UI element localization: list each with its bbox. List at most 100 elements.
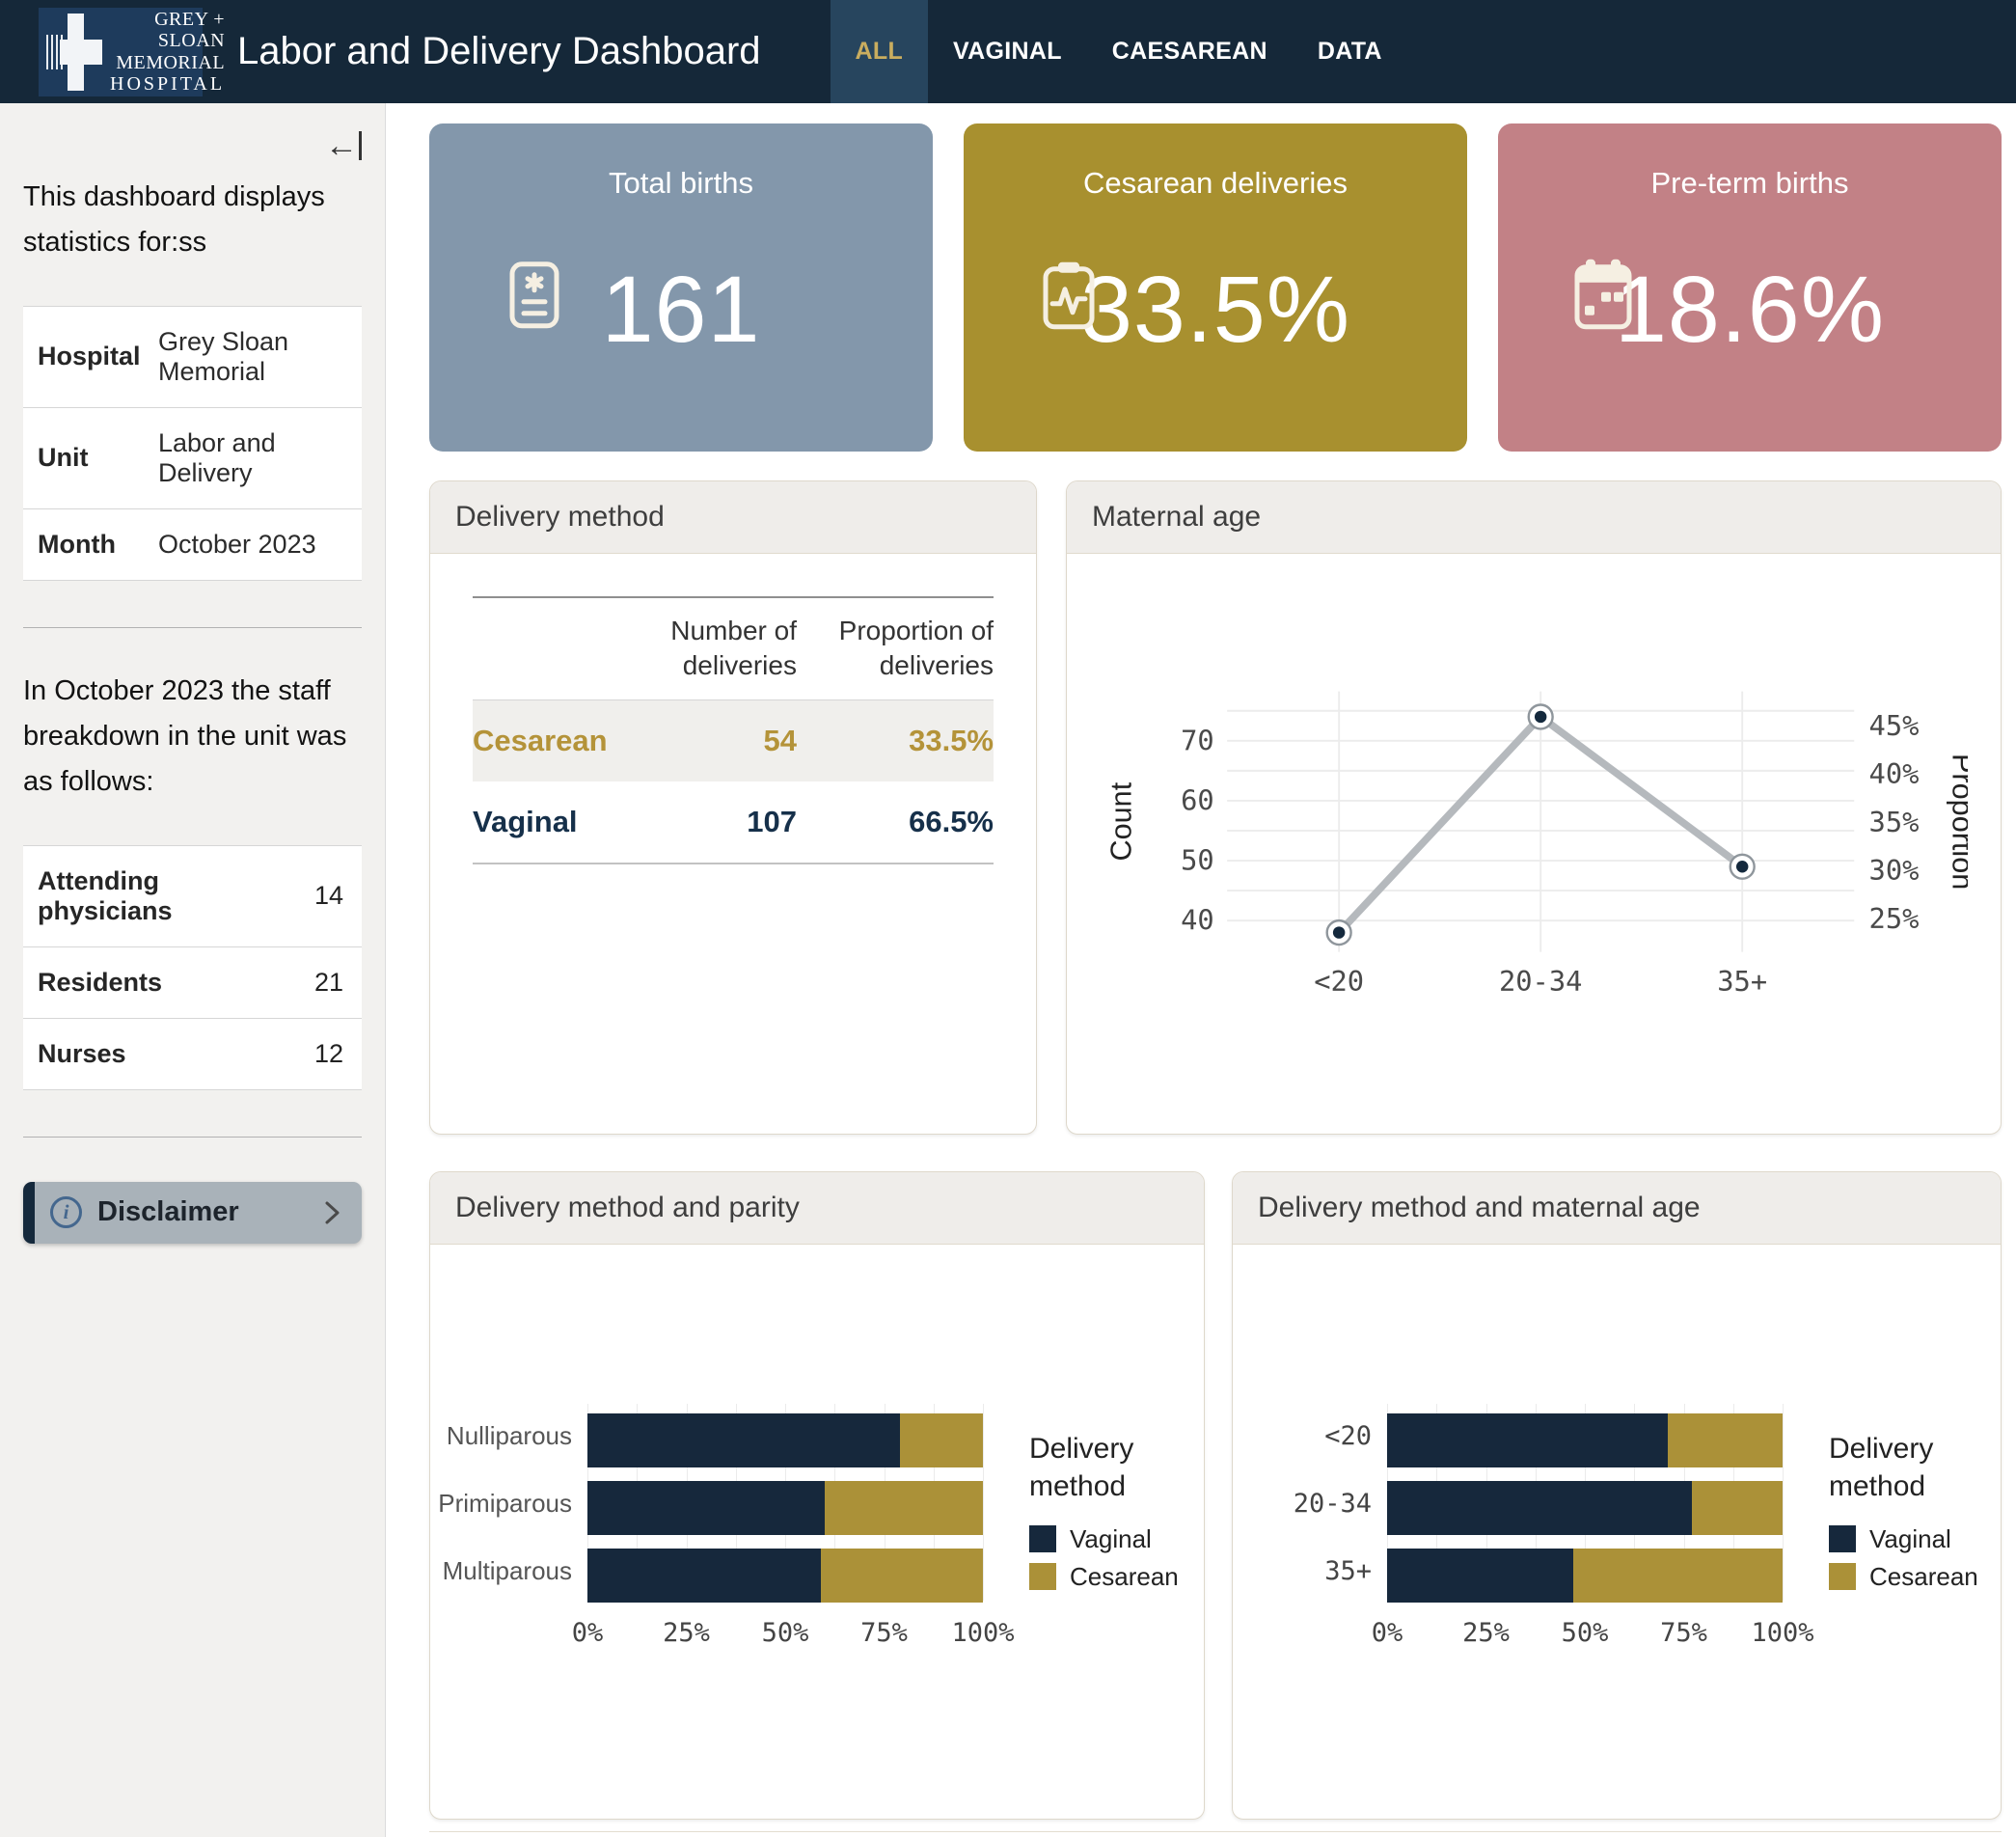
data-point: [1333, 926, 1345, 938]
bar-segment-vaginal: [1387, 1549, 1573, 1603]
bar-segment-vaginal: [587, 1549, 821, 1603]
bar-segment-cesarean: [1573, 1549, 1783, 1603]
delivery-method-table: Number of deliveries Proportion of deliv…: [473, 596, 994, 864]
column-header: Proportion of deliveries: [797, 597, 994, 699]
value-box-cesarean-deliveries: Cesarean deliveries 33.5%: [964, 123, 1467, 452]
x-axis-tick: 75%: [1660, 1618, 1707, 1648]
table-row: Hospital Grey Sloan Memorial: [23, 307, 362, 408]
nav-tab-data[interactable]: DATA: [1293, 0, 1407, 103]
nav-tab-vaginal[interactable]: VAGINAL: [928, 0, 1087, 103]
delivery-method-card: Delivery method Number of deliveries Pro…: [429, 480, 1037, 1135]
sidebar: ← This dashboard displays statistics for…: [0, 103, 386, 1837]
gridline: [1783, 1404, 1784, 1601]
table-row: Unit Labor and Delivery: [23, 408, 362, 509]
bar-segment-cesarean: [1668, 1413, 1783, 1467]
y-axis-tick: 40: [1181, 904, 1214, 937]
bar-segment-cesarean: [821, 1549, 983, 1603]
delivery-method-parity-card: Delivery method and parity Nulliparous Pr…: [429, 1171, 1205, 1820]
hospital-cross-icon: [46, 14, 102, 91]
x-axis-tick: <20: [1314, 965, 1364, 998]
legend-swatch: [1829, 1563, 1856, 1590]
table-row: Residents 21: [23, 947, 362, 1019]
x-axis-tick: 20-34: [1499, 965, 1582, 998]
stacked-bar: [1387, 1549, 1783, 1603]
legend-label: Cesarean: [1070, 1562, 1179, 1592]
column-header: Number of deliveries: [622, 597, 797, 699]
stacked-bar: [587, 1549, 983, 1603]
legend-title: Delivery method: [1029, 1430, 1199, 1505]
x-axis-tick: 75%: [860, 1618, 908, 1648]
value-box-value: 161: [602, 256, 761, 364]
bar-category-label: <20: [1235, 1410, 1387, 1464]
legend-label: Vaginal: [1070, 1524, 1152, 1554]
bottom-divider: [429, 1831, 2002, 1832]
x-axis-tick: 25%: [663, 1618, 710, 1648]
data-point: [1535, 711, 1546, 723]
legend-item: Vaginal: [1029, 1524, 1199, 1554]
legend-label: Vaginal: [1869, 1524, 1951, 1554]
table-row: Cesarean 54 33.5%: [473, 699, 994, 781]
chart-legend: Delivery method Vaginal Cesarean: [1829, 1430, 1999, 1592]
y2-axis-tick: 40%: [1869, 757, 1920, 790]
value-box-row: Total births 161 Cesarean deliveries: [429, 123, 2002, 452]
app-header: GREY + SLOAN MEMORIAL HOSPITAL Labor and…: [0, 0, 2016, 103]
stacked-bar-chart: Nulliparous Primiparous Multiparous 0% 25% 5…: [435, 1410, 1199, 1655]
disclaimer-accordion-button[interactable]: i Disclaimer: [23, 1182, 362, 1244]
table-row: Vaginal 107 66.5%: [473, 781, 994, 864]
staff-table: Attending physicians 14 Residents 21 Nur…: [23, 845, 362, 1090]
x-axis-tick: 0%: [572, 1618, 604, 1648]
legend-swatch: [1029, 1525, 1056, 1552]
card-title: Delivery method: [430, 481, 1036, 554]
card-title: Delivery method and maternal age: [1233, 1172, 2001, 1245]
x-axis-tick: 0%: [1372, 1618, 1403, 1648]
bar-segment-vaginal: [587, 1413, 900, 1467]
legend-item: Cesarean: [1029, 1562, 1199, 1592]
sidebar-collapse-icon[interactable]: ←: [325, 129, 362, 162]
clipboard-pulse-icon: [1031, 258, 1106, 333]
stacked-bar: [1387, 1481, 1783, 1535]
nav-tab-caesarean[interactable]: CAESAREAN: [1087, 0, 1293, 103]
line-chart-svg: 4050607025%30%35%40%45%<2020-3435+CountP…: [1100, 684, 1968, 1003]
sidebar-intro-text: This dashboard displays statistics for:s…: [23, 175, 362, 265]
x-axis-tick: 100%: [951, 1618, 1014, 1648]
medical-report-icon: [497, 258, 572, 333]
legend-item: Vaginal: [1829, 1524, 1999, 1554]
staff-intro-text: In October 2023 the staff breakdown in t…: [23, 669, 362, 805]
bar-category-label: Multiparous: [435, 1545, 587, 1599]
legend-label: Cesarean: [1869, 1562, 1978, 1592]
table-row: Nurses 12: [23, 1019, 362, 1090]
chevron-right-icon: [323, 1197, 342, 1228]
bar-segment-cesarean: [900, 1413, 983, 1467]
value-box-preterm-births: Pre-term births 18.6%: [1498, 123, 2002, 452]
bar-category-label: Nulliparous: [435, 1410, 587, 1464]
legend-swatch: [1829, 1525, 1856, 1552]
x-axis-tick: 100%: [1751, 1618, 1813, 1648]
stacked-bar: [587, 1413, 983, 1467]
value-box-value: 18.6%: [1615, 256, 1885, 364]
legend-swatch: [1029, 1563, 1056, 1590]
legend-title: Delivery method: [1829, 1430, 1999, 1505]
x-axis-tick: 50%: [762, 1618, 809, 1648]
bar-category-label: Primiparous: [435, 1477, 587, 1531]
bar-category-label: 35+: [1235, 1545, 1387, 1599]
main-nav: ALL VAGINAL CAESAREAN DATA: [831, 0, 1407, 103]
x-axis-tick: 35+: [1717, 965, 1767, 998]
delivery-method-maternal-age-card: Delivery method and maternal age <20 20-3…: [1232, 1171, 2002, 1820]
x-axis-tick: 25%: [1462, 1618, 1510, 1648]
bar-category-label: 20-34: [1235, 1477, 1387, 1531]
stacked-bar-chart: <2020-3435+ 0%25%50%75%100% Delivery met…: [1235, 1410, 1999, 1655]
y-axis-tick: 50: [1181, 843, 1214, 876]
y2-axis-label: Proportion: [1947, 754, 1968, 890]
table-row: Attending physicians 14: [23, 846, 362, 947]
bar-segment-vaginal: [1387, 1413, 1668, 1467]
maternal-age-card: Maternal age 4050607025%30%35%40%45%<202…: [1066, 480, 2002, 1135]
hospital-logo-text: GREY + SLOAN MEMORIAL HOSPITAL: [110, 9, 225, 96]
maternal-age-line-chart: 4050607025%30%35%40%45%<2020-3435+CountP…: [1067, 554, 2001, 1134]
y2-axis-tick: 30%: [1869, 854, 1920, 887]
chart-legend: Delivery method Vaginal Cesarean: [1029, 1430, 1199, 1592]
bar-segment-vaginal: [587, 1481, 825, 1535]
y2-axis-tick: 45%: [1869, 709, 1920, 742]
nav-tab-all[interactable]: ALL: [831, 0, 929, 103]
card-title: Delivery method and parity: [430, 1172, 1204, 1245]
facility-info-table: Hospital Grey Sloan Memorial Unit Labor …: [23, 306, 362, 581]
